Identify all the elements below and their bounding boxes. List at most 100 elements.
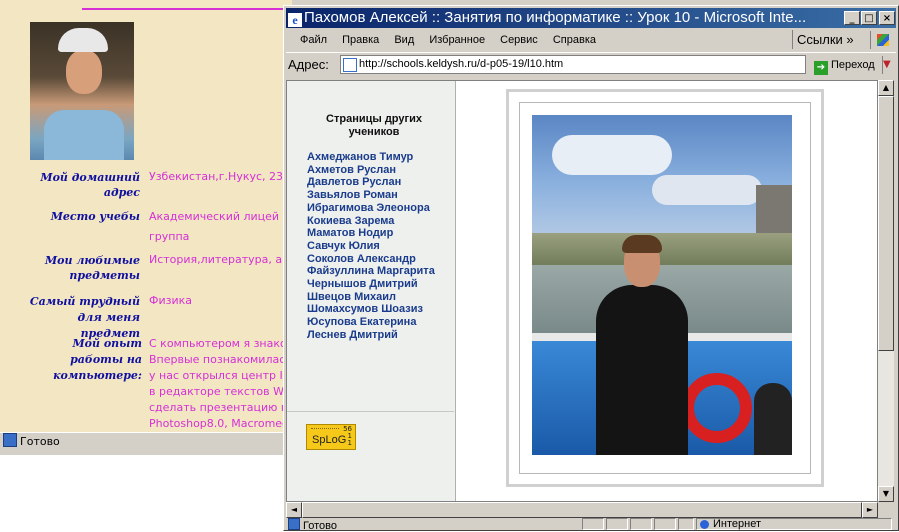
photo-shirt (44, 110, 124, 160)
menu-tools[interactable]: Сервис (500, 34, 538, 46)
student-link[interactable]: Шомахсумов Шоазиз (307, 303, 435, 316)
student-link[interactable]: Ахметов Руслан (307, 164, 435, 177)
zone-text: Интернет (713, 518, 761, 530)
photo-cloud (552, 135, 672, 175)
ie-logo-icon: e (288, 13, 302, 27)
student-link[interactable]: Ибрагимова Элеонора (307, 202, 435, 215)
photo-face (66, 50, 102, 94)
favorite-subjects-label: Мои любимые предметы (45, 254, 140, 282)
windows-logo-icon (870, 31, 895, 49)
go-arrow-icon: ➔ (814, 61, 828, 75)
horizontal-scroll-thumb[interactable] (302, 502, 862, 518)
student-link[interactable]: Савчук Юлия (307, 240, 435, 253)
page-icon (343, 58, 357, 72)
badge-text: SpLoG (312, 434, 347, 446)
photo-frame (506, 89, 824, 487)
page-icon (3, 433, 17, 447)
decorative-divider (82, 8, 292, 10)
address-input[interactable]: http://schools.keldysh.ru/d-p05-19/l10.h… (340, 55, 806, 74)
address-bar: Адрес: http://schools.keldysh.ru/d-p05-1… (286, 52, 896, 77)
student-link[interactable]: Юсупова Екатерина (307, 316, 435, 329)
page-viewport: Страницы других учеников Ахмеджанов Тиму… (286, 80, 878, 502)
student-link[interactable]: Давлетов Руслан (307, 176, 435, 189)
menu-help[interactable]: Справка (553, 34, 596, 46)
experience-line: С компьютером я знако (149, 337, 287, 350)
sidebar-title: Страницы других учеников (326, 113, 422, 138)
status-text: Готово (303, 520, 337, 532)
school-value: Академический лицей (149, 210, 280, 223)
student-link[interactable]: Завьялов Роман (307, 189, 435, 202)
title-bar[interactable]: e Пахомов Алексей :: Занятия по информати… (286, 8, 896, 28)
school-value-line2: группа (149, 230, 190, 243)
experience-line: сделать презентацию в (149, 401, 288, 414)
maximize-button[interactable]: □ (861, 11, 877, 25)
vertical-scroll-thumb[interactable] (878, 96, 894, 351)
scroll-left-button[interactable]: ◄ (286, 502, 302, 518)
sidebar: Страницы других учеников Ахмеджанов Тиму… (287, 81, 456, 501)
status-panel (606, 518, 628, 530)
menu-view[interactable]: Вид (394, 34, 414, 46)
close-button[interactable]: × (879, 11, 895, 25)
computer-experience-value: С компьютером я знако Впервые познакомил… (149, 336, 290, 432)
photo-lifebuoy (682, 373, 752, 443)
experience-line: у нас открылся центр I (149, 369, 283, 382)
chevron-icon: » (846, 32, 854, 47)
photo-hair (622, 235, 662, 253)
photo-inner-frame (519, 102, 811, 474)
scroll-down-button[interactable]: ▼ (878, 486, 894, 502)
status-panel (582, 518, 604, 530)
links-toolbar-button[interactable]: Ссылки » (792, 30, 865, 49)
scroll-up-button[interactable]: ▲ (878, 80, 894, 96)
status-panel (654, 518, 676, 530)
status-panel (678, 518, 694, 530)
photo-person (754, 383, 792, 455)
badge-number: 1 (347, 439, 352, 447)
student-list: Ахмеджанов Тимур Ахметов Руслан Давлетов… (307, 151, 435, 342)
photo-city (532, 233, 792, 267)
go-button[interactable]: ➔ Переход (814, 56, 884, 75)
school-label: Место учебы (50, 210, 140, 223)
counter-badge[interactable]: SpLoG 56 1 1 (306, 424, 356, 450)
menu-file[interactable]: Файл (300, 34, 327, 46)
student-link[interactable]: Кокиева Зарема (307, 215, 435, 228)
home-address-label: Мой домашний адрес (40, 171, 140, 199)
menu-favorites[interactable]: Избранное (429, 34, 485, 46)
photo-cloud (652, 175, 762, 205)
menu-edit[interactable]: Правка (342, 34, 379, 46)
vertical-scrollbar[interactable]: ▲ ▼ (878, 80, 894, 502)
badge-numbers: 56 1 1 (343, 426, 352, 447)
home-address-value: Узбекистан,г.Нукус, 23 (149, 170, 284, 183)
status-bar: Готово Интернет (286, 518, 896, 532)
computer-experience-label: Мой опыт работы на компьютере: (53, 337, 142, 382)
url-text: http://schools.keldysh.ru/d-p05-19/l10.h… (359, 58, 564, 70)
student-link[interactable]: Леснев Дмитрий (307, 329, 435, 342)
links-label: Ссылки (797, 32, 843, 47)
minimize-button[interactable]: _ (844, 11, 860, 25)
badge-dots (311, 428, 339, 429)
favorite-subjects-value: История,литература, ан (149, 253, 290, 266)
address-label: Адрес: (288, 57, 329, 72)
photo-cap (58, 28, 108, 52)
horizontal-scrollbar[interactable]: ◄ ► (286, 502, 878, 518)
student-link[interactable]: Файзуллина Маргарита (307, 265, 435, 278)
toolbar-overflow-icon[interactable]: ▼ (882, 56, 897, 74)
student-link[interactable]: Маматов Нодир (307, 227, 435, 240)
scroll-right-button[interactable]: ► (862, 502, 878, 518)
window-title: Пахомов Алексей :: Занятия по информатик… (304, 9, 807, 26)
student-link[interactable]: Чернышов Дмитрий (307, 278, 435, 291)
experience-line: Photoshop8.0, Macromed (149, 417, 290, 430)
security-zone: Интернет (696, 518, 892, 530)
student-link[interactable]: Ахмеджанов Тимур (307, 151, 435, 164)
page-icon (288, 518, 300, 530)
ie-window[interactable]: e Пахомов Алексей :: Занятия по информати… (283, 5, 899, 532)
experience-line: Впервые познакомилас (149, 353, 286, 366)
experience-line: в редакторе текстов Wo (149, 385, 291, 398)
photo-boy (596, 285, 688, 455)
globe-icon (700, 520, 709, 529)
hardest-subject-value: Физика (149, 294, 193, 307)
student-link[interactable]: Соколов Александр (307, 253, 435, 266)
background-status-bar: Готово (0, 432, 292, 451)
sidebar-divider (287, 411, 454, 412)
student-link[interactable]: Швецов Михаил (307, 291, 435, 304)
lesson-photo (532, 115, 792, 455)
